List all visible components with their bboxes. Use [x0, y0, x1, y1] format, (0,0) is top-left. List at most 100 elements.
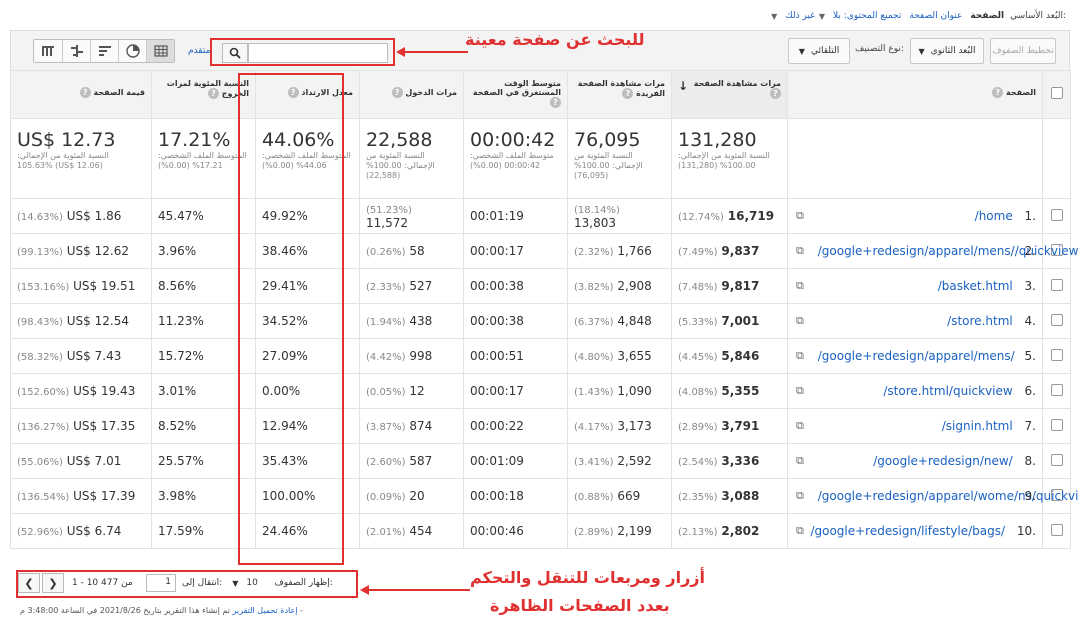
total-subtext: المتوسط الملف الشخصي: 17.21% (0.00%) [158, 151, 247, 170]
column-header-bounce-rate[interactable]: معدل الارتداد ? [255, 70, 360, 119]
page-value-cell: (14.63%) US$ 1.86 [10, 198, 152, 234]
bounce-rate-cell: 35.43% [255, 443, 360, 479]
totals-cell: 131,280 النسبة المئوية من الإجمالي: 100.0… [671, 118, 788, 199]
entrances-value: 58 [409, 244, 425, 258]
open-page-icon[interactable]: ⧉ [796, 244, 804, 258]
prev-page-button[interactable]: ❮ [18, 573, 40, 593]
pagination-bar: ❮ ❯ 1 - 10 من 477 1 انتقال إلى: ▼ 10 إظه… [18, 570, 333, 596]
sort-type-dropdown[interactable]: ▼ التلقائي [788, 38, 850, 64]
pageviews-pct: (7.49%) [678, 247, 718, 258]
column-header-avg-time[interactable]: متوسط الوقت المستغرق في الصفحة ? [463, 70, 568, 119]
comparison-view-button[interactable] [62, 40, 90, 62]
open-page-icon[interactable]: ⧉ [796, 349, 804, 363]
sort-desc-icon: ↓ [678, 79, 689, 93]
open-page-icon[interactable]: ⧉ [796, 384, 804, 398]
help-icon[interactable]: ? [287, 87, 299, 98]
unique-pageviews-pct: (6.37%) [574, 317, 614, 328]
dimension-page-title[interactable]: عنوان الصفحة [909, 11, 962, 21]
help-icon[interactable]: ? [79, 87, 91, 98]
row-checkbox[interactable] [1050, 348, 1063, 361]
column-header-page-value[interactable]: قيمة الصفحة ? [10, 70, 152, 119]
page-link[interactable]: /google+redesign/apparel/mens/ [818, 349, 1015, 363]
row-checkbox[interactable] [1050, 383, 1063, 396]
search-button[interactable] [222, 43, 248, 63]
help-icon[interactable]: ? [550, 97, 561, 108]
row-checkbox[interactable] [1050, 313, 1063, 326]
table-row: ⧉ /google+redesign/apparel/mens/ 5. (4.45%… [10, 338, 1071, 374]
column-header-exit-rate[interactable]: النسبة المئوية لمرات الخروج ? [151, 70, 256, 119]
page-link[interactable]: /google+redesign/apparel/mens//quickview [818, 244, 1078, 258]
pivot-view-button[interactable] [34, 40, 62, 62]
exit-rate-cell: 8.56% [151, 268, 256, 304]
help-icon[interactable]: ? [391, 87, 403, 98]
open-page-icon[interactable]: ⧉ [796, 314, 804, 328]
row-checkbox[interactable] [1050, 523, 1063, 536]
row-checkbox[interactable] [1050, 453, 1063, 466]
bar-chart-icon [98, 46, 111, 56]
page-value-amount: US$ 12.54 [66, 314, 129, 328]
column-label: قيمة الصفحة [93, 88, 145, 97]
rows-per-page-label: إظهار الصفوف: [274, 578, 333, 588]
page-value-pct: (52.96%) [17, 527, 63, 538]
open-page-icon[interactable]: ⧉ [796, 279, 804, 293]
totals-cell: 22,588 النسبة المئوية من الإجمالي: 100.00… [359, 118, 464, 199]
unique-pageviews-cell: (6.37%) 4,848 [567, 303, 672, 339]
help-icon[interactable]: ? [207, 88, 219, 99]
advanced-search-link[interactable]: متقدم [188, 46, 210, 56]
page-link[interactable]: /google+redesign/lifestyle/bags/ [810, 524, 1005, 538]
pageviews-pct: (2.35%) [678, 492, 718, 503]
secondary-dimension-dropdown[interactable]: ▼ البُعد الثانوي [910, 38, 984, 64]
page-link[interactable]: /google+redesign/new/ [873, 454, 1012, 468]
dimension-other[interactable]: غير ذلك [785, 11, 815, 21]
dimension-content-grouping[interactable]: تجميع المحتوى: بلا [833, 11, 901, 21]
reload-report-link[interactable]: إعادة تحميل التقرير [233, 606, 298, 615]
open-page-icon[interactable]: ⧉ [796, 419, 804, 433]
page-link[interactable]: /store.html/quickview [883, 384, 1012, 398]
row-checkbox[interactable] [1050, 278, 1063, 291]
table-row: ⧉ /google+redesign/apparel/mens//quickvie… [10, 233, 1078, 269]
unique-pageviews-cell: (0.88%) 669 [567, 478, 672, 514]
rows-per-page-select[interactable]: 10 [246, 578, 268, 588]
open-page-icon[interactable]: ⧉ [796, 454, 804, 468]
page-link[interactable]: /google+redesign/apparel/wome/ns/quickvi… [818, 489, 1078, 503]
column-header-unique-pageviews[interactable]: مرات مشاهدة الصفحة الفريدة ? [567, 70, 672, 119]
goto-input[interactable]: 1 [146, 574, 176, 592]
row-checkbox[interactable] [1050, 418, 1063, 431]
column-header-page[interactable]: الصفحة ? [787, 70, 1043, 119]
data-view-button[interactable] [146, 40, 174, 62]
entrances-cell: (51.23%) 11,572 [359, 198, 464, 234]
help-icon[interactable]: ? [992, 87, 1004, 98]
column-header-pageviews[interactable]: مرات مشاهدة الصفحة ↓? [671, 70, 788, 119]
help-icon[interactable]: ? [622, 88, 634, 99]
entrances-pct: (3.87%) [366, 422, 406, 433]
column-label: الصفحة [1005, 88, 1036, 97]
column-header-entrances[interactable]: مرات الدخول ? [359, 70, 464, 119]
pageviews-cell: (2.54%) 3,336 [671, 443, 788, 479]
dimension-page[interactable]: الصفحة [970, 11, 1004, 21]
help-icon[interactable]: ? [770, 88, 781, 99]
row-checkbox[interactable] [1050, 208, 1063, 221]
total-value: US$ 12.73 [17, 129, 116, 151]
search-input[interactable] [248, 43, 388, 63]
open-page-icon[interactable]: ⧉ [796, 524, 804, 538]
open-page-icon[interactable]: ⧉ [796, 209, 804, 223]
total-subtext: متوسط الملف الشخصي: 00:00:42 (0.00%) [470, 151, 554, 170]
plot-rows-button[interactable]: تخطيط الصفوف [990, 38, 1056, 64]
pageviews-value: 3,336 [721, 454, 760, 468]
pageviews-pct: (2.54%) [678, 457, 718, 468]
row-index: 1. [1024, 208, 1036, 223]
performance-view-button[interactable] [90, 40, 118, 62]
open-page-icon[interactable]: ⧉ [796, 489, 804, 503]
page-link[interactable]: /basket.html [938, 279, 1013, 293]
page-link[interactable]: /signin.html [942, 419, 1013, 433]
percentage-view-button[interactable] [118, 40, 146, 62]
totals-row: 131,280 النسبة المئوية من الإجمالي: 100.0… [10, 118, 1071, 199]
bounce-rate-value: 0.00% [262, 384, 301, 398]
select-all-checkbox[interactable] [1050, 87, 1063, 99]
exit-rate-cell: 8.52% [151, 408, 256, 444]
page-link[interactable]: /store.html [947, 314, 1013, 328]
next-page-button[interactable]: ❯ [42, 573, 64, 593]
pageviews-pct: (2.13%) [678, 527, 718, 538]
total-value: 131,280 [678, 129, 757, 151]
page-link[interactable]: /home [975, 209, 1013, 223]
